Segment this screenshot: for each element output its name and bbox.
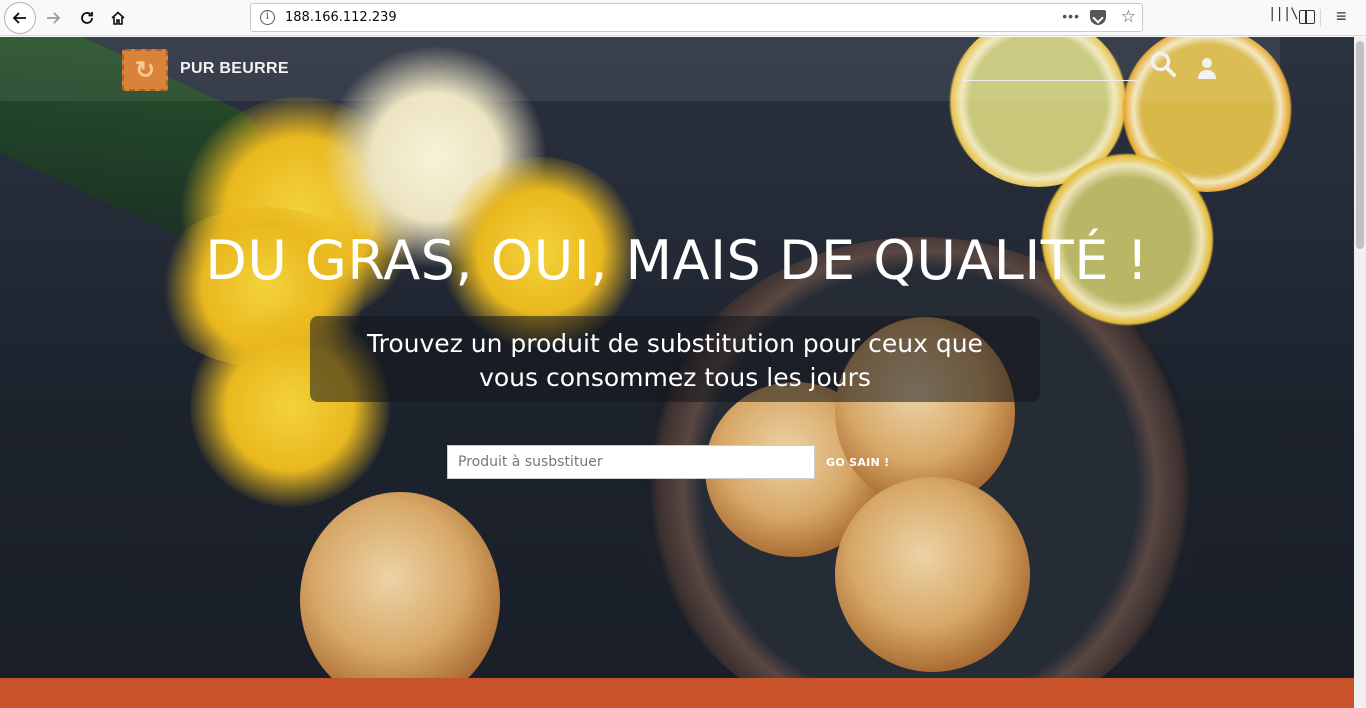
section-orange-band [0,678,1354,708]
address-bar[interactable]: i 188.166.112.239 ••• ☆ [250,3,1143,32]
hero-headline: DU GRAS, OUI, MAIS DE QUALITÉ ! [205,229,1149,292]
cookie-decoration [835,477,1030,672]
forward-arrow-icon[interactable] [38,3,68,33]
logo-icon[interactable]: ↻ [122,49,168,91]
browser-toolbar: i 188.166.112.239 ••• ☆ |||\ ≡ [0,0,1366,36]
page-actions-icon[interactable]: ••• [1062,8,1080,24]
site-info-icon[interactable]: i [260,10,275,25]
cookie-decoration [300,492,500,707]
toolbar-divider [1320,9,1321,27]
scrollbar-thumb[interactable] [1356,41,1364,249]
home-icon[interactable] [103,3,133,33]
sidebar-toggle-icon[interactable] [1299,10,1315,24]
url-text[interactable]: 188.166.112.239 [285,10,397,25]
back-arrow-icon[interactable] [4,2,36,34]
nav-search-input[interactable] [962,61,1138,81]
pocket-icon[interactable] [1090,10,1106,25]
bookmark-star-icon[interactable]: ☆ [1121,7,1136,27]
go-sain-button[interactable]: GO SAIN ! [820,445,896,479]
page-viewport: ↻ PUR BEURRE DU GRAS, OUI, MAIS DE QUALI… [0,37,1354,708]
search-icon[interactable] [1150,51,1176,77]
page-scrollbar[interactable] [1354,37,1366,708]
site-navbar: ↻ PUR BEURRE [0,37,1354,101]
brand-name[interactable]: PUR BEURRE [180,60,289,78]
product-search-input[interactable] [447,445,815,479]
reload-icon[interactable] [72,3,102,33]
library-icon[interactable]: |||\ [1268,6,1299,22]
hamburger-menu-icon[interactable]: ≡ [1336,6,1347,27]
hero-subtitle: Trouvez un produit de substitution pour … [367,329,983,392]
user-icon[interactable] [1197,57,1217,79]
